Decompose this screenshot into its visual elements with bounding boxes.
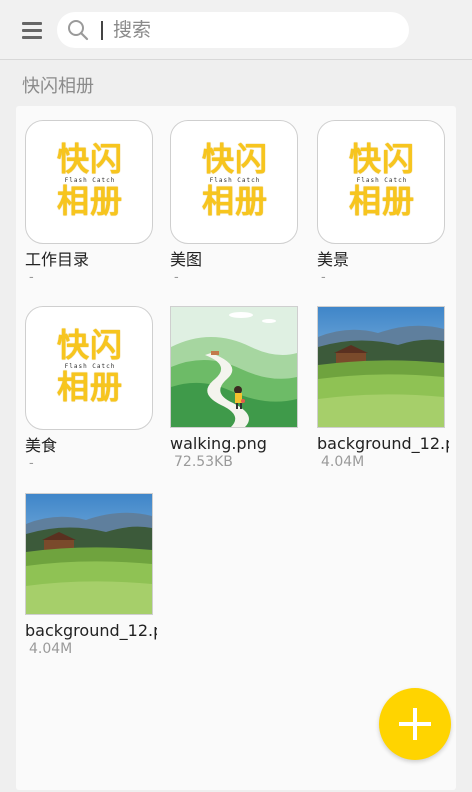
file-name: background_12.pr <box>25 621 157 640</box>
menu-icon[interactable] <box>20 19 44 43</box>
app-root: 快闪相册 快闪 Flash Catch 相册 工作目录 - 快闪 Flash C… <box>0 0 472 792</box>
folder-tile-photos[interactable]: 快闪 Flash Catch 相册 美图 - <box>170 120 298 286</box>
walking-illustration <box>171 307 297 427</box>
image-thumbnail <box>25 493 153 615</box>
plus-icon <box>399 708 431 740</box>
folder-name: 美景 <box>317 250 350 269</box>
album-title: 快闪相册 <box>22 76 94 97</box>
file-tile-background[interactable]: background_12.pr 4.04M <box>317 306 449 470</box>
file-size: 4.04M <box>29 641 73 657</box>
file-tile-background-2[interactable]: background_12.pr 4.04M <box>25 493 157 657</box>
add-button[interactable] <box>379 688 451 760</box>
top-bar <box>0 0 472 60</box>
folder-thumbnail: 快闪 Flash Catch 相册 <box>170 120 298 244</box>
folder-thumbnail: 快闪 Flash Catch 相册 <box>25 120 153 244</box>
folder-name: 美图 <box>170 250 203 269</box>
app-logo-icon: 快闪 Flash Catch 相册 <box>348 140 415 220</box>
folder-tile-food[interactable]: 快闪 Flash Catch 相册 美食 - <box>25 306 153 472</box>
folder-count: - <box>29 456 34 471</box>
search-input[interactable] <box>113 16 393 44</box>
file-name: background_12.pr <box>317 434 449 453</box>
file-size: 4.04M <box>321 454 365 470</box>
folder-count: - <box>174 270 179 285</box>
folder-count: - <box>29 270 34 285</box>
image-thumbnail <box>170 306 298 428</box>
folder-count: - <box>321 270 326 285</box>
app-logo-icon: 快闪 Flash Catch 相册 <box>56 326 123 406</box>
folder-name: 美食 <box>25 436 58 455</box>
folder-name: 工作目录 <box>25 250 90 269</box>
landscape-photo <box>318 307 444 427</box>
landscape-photo <box>26 494 152 614</box>
file-tile-walking[interactable]: walking.png 72.53KB <box>170 306 298 470</box>
folder-thumbnail: 快闪 Flash Catch 相册 <box>317 120 445 244</box>
search-box[interactable] <box>57 12 409 48</box>
folder-tile-scenery[interactable]: 快闪 Flash Catch 相册 美景 - <box>317 120 445 286</box>
file-name: walking.png <box>170 434 267 453</box>
app-logo-icon: 快闪 Flash Catch 相册 <box>201 140 268 220</box>
image-thumbnail <box>317 306 445 428</box>
text-cursor <box>101 21 103 40</box>
album-grid: 快闪 Flash Catch 相册 工作目录 - 快闪 Flash Catch … <box>16 106 456 790</box>
search-icon <box>68 20 89 41</box>
file-size: 72.53KB <box>174 454 233 470</box>
app-logo-icon: 快闪 Flash Catch 相册 <box>56 140 123 220</box>
folder-tile-work[interactable]: 快闪 Flash Catch 相册 工作目录 - <box>25 120 153 286</box>
folder-thumbnail: 快闪 Flash Catch 相册 <box>25 306 153 430</box>
